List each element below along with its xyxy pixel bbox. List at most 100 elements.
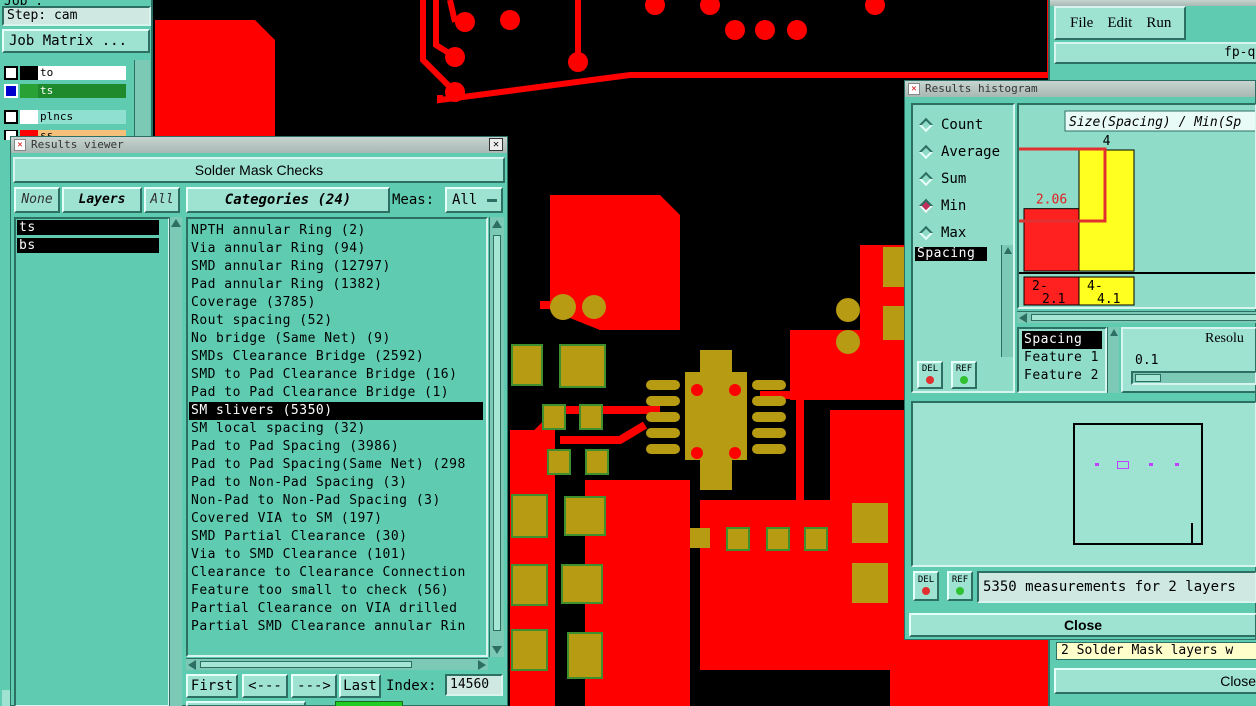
scroll-up-icon[interactable] — [171, 219, 181, 227]
attr-item[interactable]: Feature 2 — [1022, 367, 1102, 385]
category-item[interactable]: SMD to Pad Clearance Bridge (16) — [189, 366, 483, 384]
attr-scrollbar[interactable] — [1107, 327, 1119, 393]
category-item[interactable]: Via to SMD Clearance (101) — [189, 546, 483, 564]
scroll-up-icon[interactable] — [1003, 247, 1012, 254]
radio-icon[interactable] — [918, 144, 934, 159]
categories-button[interactable]: Categories (24) — [186, 187, 390, 213]
all-layers-button[interactable]: All — [144, 187, 180, 213]
attr-list[interactable]: Spacing Feature 1 Feature 2 — [1017, 327, 1107, 393]
layers-scrollbar[interactable] — [169, 217, 182, 706]
radio-icon[interactable] — [918, 198, 934, 213]
categories-scrollbar[interactable] — [489, 217, 504, 657]
attr-item[interactable]: Spacing — [1022, 331, 1102, 349]
histogram-chart[interactable]: Size(Spacing) / Min(Sp2.062-2.144-4.1 — [1019, 105, 1256, 309]
category-item[interactable]: Pad to Pad Spacing(Same Net) (298 — [189, 456, 483, 474]
layers-button[interactable]: Layers — [62, 187, 142, 213]
option-sum[interactable]: Sum — [917, 165, 1013, 192]
meas-select[interactable]: All — [445, 187, 503, 213]
hscroll-thumb[interactable] — [200, 661, 412, 668]
spacing-scrollbar[interactable] — [1001, 245, 1013, 357]
category-item[interactable]: Via annular Ring (94) — [189, 240, 483, 258]
radio-icon[interactable] — [918, 225, 934, 240]
job-matrix-button[interactable]: Job Matrix ... — [2, 29, 150, 53]
none-button[interactable]: None — [14, 187, 60, 213]
category-item[interactable]: SM local spacing (32) — [189, 420, 483, 438]
bar-value-label: 4 — [1103, 134, 1111, 149]
category-item[interactable]: Covered VIA to SM (197) — [189, 510, 483, 528]
close-icon[interactable]: ✕ — [489, 138, 503, 151]
window-title: Results histogram — [925, 82, 1038, 95]
results-viewer-titlebar[interactable]: ✕ Results viewer ✕ — [11, 137, 507, 153]
histogram-titlebar[interactable]: ✕ Results histogram — [905, 81, 1255, 97]
histogram-window: ✕ Results histogram Count Average Sum Min Ma… — [904, 80, 1256, 640]
scroll-up-icon[interactable] — [492, 220, 502, 228]
hscroll-thumb[interactable] — [1031, 314, 1256, 321]
option-max[interactable]: Max — [917, 219, 1013, 246]
category-item[interactable]: SMD Partial Clearance (30) — [189, 528, 483, 546]
scroll-left-icon[interactable] — [188, 660, 196, 670]
category-item[interactable]: Coverage (3785) — [189, 294, 483, 312]
option-average[interactable]: Average — [917, 138, 1013, 165]
layer-row-plncs[interactable]: plncs — [4, 108, 126, 125]
next-button[interactable]: ---> — [291, 674, 337, 698]
menu-file[interactable]: File — [1070, 15, 1093, 32]
resolution-slider[interactable] — [1131, 371, 1256, 385]
index-input[interactable]: 14560 — [445, 674, 503, 696]
category-item[interactable]: Feature too small to check (56) — [189, 582, 483, 600]
checkbox-icon[interactable] — [4, 65, 18, 80]
scroll-down-icon[interactable] — [492, 646, 502, 654]
layers-list[interactable]: ts bs — [14, 217, 170, 706]
ref-button[interactable]: REF — [951, 361, 977, 389]
scroll-left-icon[interactable] — [1019, 313, 1027, 323]
histogram-close-button[interactable]: Close — [909, 613, 1256, 637]
category-item[interactable]: SMD annular Ring (12797) — [189, 258, 483, 276]
radio-icon[interactable] — [918, 117, 934, 132]
dropdown-icon[interactable] — [487, 199, 497, 202]
category-item[interactable]: Rout spacing (52) — [189, 312, 483, 330]
category-item[interactable]: Clearance to Clearance Connection — [189, 564, 483, 582]
prev-button[interactable]: <--- — [242, 674, 288, 698]
category-item[interactable]: NPTH annular Ring (2) — [189, 222, 483, 240]
del-button[interactable]: DEL — [917, 361, 943, 389]
category-item[interactable]: No bridge (Same Net) (9) — [189, 330, 483, 348]
chart-hscrollbar[interactable] — [1017, 311, 1256, 323]
back-close-button[interactable]: Close — [1054, 668, 1256, 694]
spacing-item[interactable]: Spacing — [915, 247, 987, 261]
option-count[interactable]: Count — [917, 111, 1013, 138]
slider-thumb[interactable] — [1135, 374, 1161, 382]
layer-row-to[interactable]: to — [4, 64, 126, 81]
category-item[interactable]: SMDs Clearance Bridge (2592) — [189, 348, 483, 366]
first-button[interactable]: First — [186, 674, 238, 698]
checkbox-icon[interactable] — [4, 83, 18, 98]
radio-icon[interactable] — [918, 171, 934, 186]
menu-run[interactable]: Run — [1146, 15, 1171, 32]
window-menu-icon[interactable]: ✕ — [14, 139, 26, 151]
scroll-right-icon[interactable] — [478, 660, 486, 670]
categories-hscrollbar[interactable] — [186, 658, 488, 670]
categories-list[interactable]: NPTH annular Ring (2) Via annular Ring (9… — [186, 217, 488, 657]
layer-row-ts[interactable]: ts — [4, 82, 126, 99]
window-menu-icon[interactable]: ✕ — [908, 83, 920, 95]
category-item[interactable]: Pad to Non-Pad Spacing (3) — [189, 474, 483, 492]
category-item[interactable]: SM slivers (5350) — [189, 402, 483, 420]
last-button[interactable]: Last — [339, 674, 381, 698]
layer-item-ts[interactable]: ts — [17, 220, 159, 235]
menu-edit[interactable]: Edit — [1107, 15, 1132, 32]
del-button-2[interactable]: DEL — [913, 571, 939, 601]
category-item[interactable]: Pad annular Ring (1382) — [189, 276, 483, 294]
scroll-up-icon[interactable] — [1109, 329, 1118, 336]
category-item[interactable]: Partial Clearance on VIA drilled — [189, 600, 483, 618]
scroll-thumb[interactable] — [493, 235, 501, 631]
ref-button-2[interactable]: REF — [947, 571, 973, 601]
attr-item[interactable]: Feature 1 — [1022, 349, 1102, 367]
category-item[interactable]: Non-Pad to Non-Pad Spacing (3) — [189, 492, 483, 510]
spacing-list[interactable]: Spacing — [915, 247, 999, 355]
option-min[interactable]: Min — [917, 192, 1013, 219]
category-item[interactable]: Pad to Pad Spacing (3986) — [189, 438, 483, 456]
layer-item-bs[interactable]: bs — [17, 238, 159, 253]
checkbox-icon[interactable] — [4, 109, 18, 124]
layer-list-scrollbar[interactable] — [134, 60, 150, 140]
category-item[interactable]: Pad to Pad Clearance Bridge (1) — [189, 384, 483, 402]
category-item[interactable]: Partial SMD Clearance annular Rin — [189, 618, 483, 636]
index-label: Index: — [386, 678, 437, 694]
